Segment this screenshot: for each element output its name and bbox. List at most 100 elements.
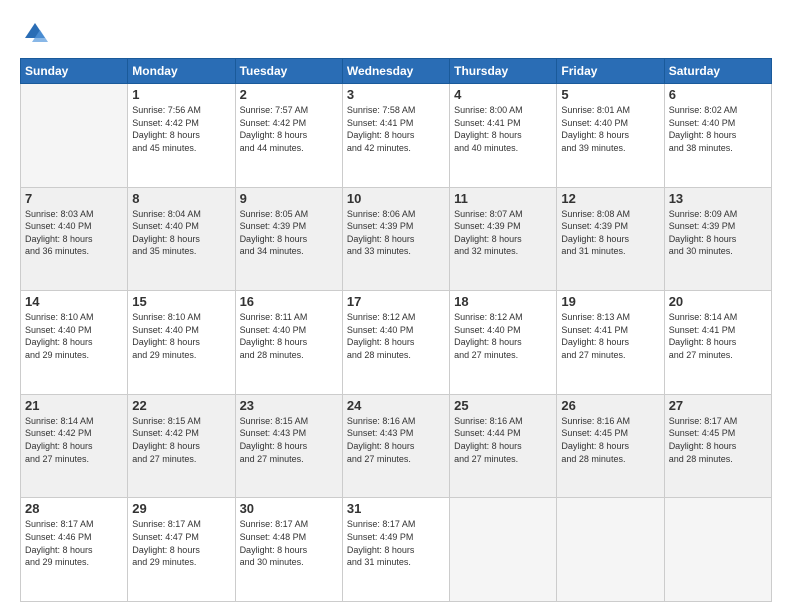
day-number: 29 — [132, 501, 230, 516]
header-cell-thursday: Thursday — [450, 59, 557, 84]
day-info: Sunrise: 8:08 AM Sunset: 4:39 PM Dayligh… — [561, 208, 659, 258]
day-info: Sunrise: 8:00 AM Sunset: 4:41 PM Dayligh… — [454, 104, 552, 154]
header-row: SundayMondayTuesdayWednesdayThursdayFrid… — [21, 59, 772, 84]
day-info: Sunrise: 8:12 AM Sunset: 4:40 PM Dayligh… — [347, 311, 445, 361]
header-cell-tuesday: Tuesday — [235, 59, 342, 84]
day-number: 15 — [132, 294, 230, 309]
day-number: 25 — [454, 398, 552, 413]
day-info: Sunrise: 8:10 AM Sunset: 4:40 PM Dayligh… — [25, 311, 123, 361]
calendar-cell: 13Sunrise: 8:09 AM Sunset: 4:39 PM Dayli… — [664, 187, 771, 291]
calendar-cell: 14 Sunrise: 8:10 AM Sunset: 4:40 PM Dayli… — [21, 291, 128, 395]
calendar-cell: 23 Sunrise: 8:15 AM Sunset: 4:43 PM Dayli… — [235, 394, 342, 498]
calendar-week-5: 28 Sunrise: 8:17 AM Sunset: 4:46 PM Dayli… — [21, 498, 772, 602]
calendar-table: SundayMondayTuesdayWednesdayThursdayFrid… — [20, 58, 772, 602]
day-info: Sunrise: 7:56 AM Sunset: 4:42 PM Dayligh… — [132, 104, 230, 154]
calendar-cell: 6 Sunrise: 8:02 AM Sunset: 4:40 PM Daylig… — [664, 84, 771, 188]
calendar-cell — [21, 84, 128, 188]
calendar-week-4: 21 Sunrise: 8:14 AM Sunset: 4:42 PM Dayli… — [21, 394, 772, 498]
calendar-cell: 9 Sunrise: 8:05 AM Sunset: 4:39 PM Daylig… — [235, 187, 342, 291]
day-info: Sunrise: 7:57 AM Sunset: 4:42 PM Dayligh… — [240, 104, 338, 154]
calendar-cell: 15 Sunrise: 8:10 AM Sunset: 4:40 PM Dayli… — [128, 291, 235, 395]
calendar-week-1: 1Sunrise: 7:56 AM Sunset: 4:42 PM Daylig… — [21, 84, 772, 188]
header-cell-monday: Monday — [128, 59, 235, 84]
calendar-cell: 10 Sunrise: 8:06 AM Sunset: 4:39 PM Dayli… — [342, 187, 449, 291]
day-number: 8 — [132, 191, 230, 206]
calendar-cell: 29 Sunrise: 8:17 AM Sunset: 4:47 PM Dayli… — [128, 498, 235, 602]
calendar-cell: 5Sunrise: 8:01 AM Sunset: 4:40 PM Daylig… — [557, 84, 664, 188]
day-info: Sunrise: 8:13 AM Sunset: 4:41 PM Dayligh… — [561, 311, 659, 361]
calendar-cell: 24Sunrise: 8:16 AM Sunset: 4:43 PM Dayli… — [342, 394, 449, 498]
calendar-cell: 3 Sunrise: 7:58 AM Sunset: 4:41 PM Daylig… — [342, 84, 449, 188]
calendar-header: SundayMondayTuesdayWednesdayThursdayFrid… — [21, 59, 772, 84]
day-info: Sunrise: 8:15 AM Sunset: 4:43 PM Dayligh… — [240, 415, 338, 465]
day-number: 22 — [132, 398, 230, 413]
calendar-cell: 31 Sunrise: 8:17 AM Sunset: 4:49 PM Dayli… — [342, 498, 449, 602]
calendar-cell: 27 Sunrise: 8:17 AM Sunset: 4:45 PM Dayli… — [664, 394, 771, 498]
day-number: 10 — [347, 191, 445, 206]
calendar-cell — [557, 498, 664, 602]
day-number: 18 — [454, 294, 552, 309]
calendar-cell: 19 Sunrise: 8:13 AM Sunset: 4:41 PM Dayli… — [557, 291, 664, 395]
calendar-cell: 8Sunrise: 8:04 AM Sunset: 4:40 PM Daylig… — [128, 187, 235, 291]
calendar-cell: 28 Sunrise: 8:17 AM Sunset: 4:46 PM Dayli… — [21, 498, 128, 602]
day-number: 28 — [25, 501, 123, 516]
calendar-cell: 21 Sunrise: 8:14 AM Sunset: 4:42 PM Dayli… — [21, 394, 128, 498]
day-number: 19 — [561, 294, 659, 309]
day-number: 9 — [240, 191, 338, 206]
calendar-cell: 25 Sunrise: 8:16 AM Sunset: 4:44 PM Dayli… — [450, 394, 557, 498]
day-info: Sunrise: 8:15 AM Sunset: 4:42 PM Dayligh… — [132, 415, 230, 465]
day-info: Sunrise: 8:01 AM Sunset: 4:40 PM Dayligh… — [561, 104, 659, 154]
day-info: Sunrise: 7:58 AM Sunset: 4:41 PM Dayligh… — [347, 104, 445, 154]
day-number: 30 — [240, 501, 338, 516]
day-number: 3 — [347, 87, 445, 102]
day-info: Sunrise: 8:17 AM Sunset: 4:48 PM Dayligh… — [240, 518, 338, 568]
day-number: 23 — [240, 398, 338, 413]
day-number: 20 — [669, 294, 767, 309]
day-number: 16 — [240, 294, 338, 309]
day-number: 7 — [25, 191, 123, 206]
day-number: 4 — [454, 87, 552, 102]
calendar-cell: 7 Sunrise: 8:03 AM Sunset: 4:40 PM Daylig… — [21, 187, 128, 291]
day-info: Sunrise: 8:17 AM Sunset: 4:49 PM Dayligh… — [347, 518, 445, 568]
day-info: Sunrise: 8:05 AM Sunset: 4:39 PM Dayligh… — [240, 208, 338, 258]
day-info: Sunrise: 8:16 AM Sunset: 4:44 PM Dayligh… — [454, 415, 552, 465]
calendar-cell: 22 Sunrise: 8:15 AM Sunset: 4:42 PM Dayli… — [128, 394, 235, 498]
day-info: Sunrise: 8:17 AM Sunset: 4:47 PM Dayligh… — [132, 518, 230, 568]
day-info: Sunrise: 8:16 AM Sunset: 4:45 PM Dayligh… — [561, 415, 659, 465]
calendar-body: 1Sunrise: 7:56 AM Sunset: 4:42 PM Daylig… — [21, 84, 772, 602]
calendar-cell: 20 Sunrise: 8:14 AM Sunset: 4:41 PM Dayli… — [664, 291, 771, 395]
day-info: Sunrise: 8:12 AM Sunset: 4:40 PM Dayligh… — [454, 311, 552, 361]
calendar-cell: 2Sunrise: 7:57 AM Sunset: 4:42 PM Daylig… — [235, 84, 342, 188]
calendar-cell — [664, 498, 771, 602]
calendar-cell: 26 Sunrise: 8:16 AM Sunset: 4:45 PM Dayli… — [557, 394, 664, 498]
header-cell-saturday: Saturday — [664, 59, 771, 84]
day-info: Sunrise: 8:02 AM Sunset: 4:40 PM Dayligh… — [669, 104, 767, 154]
logo — [20, 18, 54, 48]
day-number: 27 — [669, 398, 767, 413]
calendar-cell: 18 Sunrise: 8:12 AM Sunset: 4:40 PM Dayli… — [450, 291, 557, 395]
header-cell-friday: Friday — [557, 59, 664, 84]
calendar-cell — [450, 498, 557, 602]
day-number: 12 — [561, 191, 659, 206]
day-info: Sunrise: 8:16 AM Sunset: 4:43 PM Dayligh… — [347, 415, 445, 465]
day-number: 21 — [25, 398, 123, 413]
day-number: 6 — [669, 87, 767, 102]
day-number: 14 — [25, 294, 123, 309]
day-info: Sunrise: 8:07 AM Sunset: 4:39 PM Dayligh… — [454, 208, 552, 258]
calendar-cell: 11Sunrise: 8:07 AM Sunset: 4:39 PM Dayli… — [450, 187, 557, 291]
day-number: 26 — [561, 398, 659, 413]
day-info: Sunrise: 8:14 AM Sunset: 4:41 PM Dayligh… — [669, 311, 767, 361]
day-info: Sunrise: 8:10 AM Sunset: 4:40 PM Dayligh… — [132, 311, 230, 361]
header-cell-wednesday: Wednesday — [342, 59, 449, 84]
day-info: Sunrise: 8:03 AM Sunset: 4:40 PM Dayligh… — [25, 208, 123, 258]
calendar-cell: 12 Sunrise: 8:08 AM Sunset: 4:39 PM Dayli… — [557, 187, 664, 291]
calendar-cell: 30 Sunrise: 8:17 AM Sunset: 4:48 PM Dayli… — [235, 498, 342, 602]
day-number: 13 — [669, 191, 767, 206]
day-info: Sunrise: 8:14 AM Sunset: 4:42 PM Dayligh… — [25, 415, 123, 465]
day-info: Sunrise: 8:17 AM Sunset: 4:46 PM Dayligh… — [25, 518, 123, 568]
day-number: 31 — [347, 501, 445, 516]
header — [20, 18, 772, 48]
day-info: Sunrise: 8:06 AM Sunset: 4:39 PM Dayligh… — [347, 208, 445, 258]
day-info: Sunrise: 8:17 AM Sunset: 4:45 PM Dayligh… — [669, 415, 767, 465]
calendar-cell: 1Sunrise: 7:56 AM Sunset: 4:42 PM Daylig… — [128, 84, 235, 188]
